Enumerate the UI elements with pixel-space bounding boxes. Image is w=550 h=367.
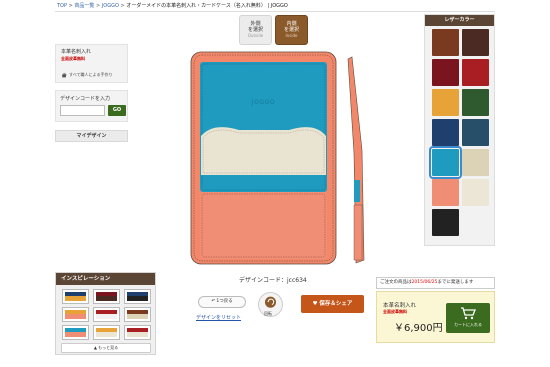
- inspiration-thumbnail[interactable]: [93, 325, 120, 340]
- save-share-button[interactable]: ♥ 保存＆シェア: [301, 295, 364, 313]
- leather-swatch[interactable]: [429, 146, 462, 179]
- order-price: ￥6,900円: [394, 323, 443, 334]
- leather-swatch[interactable]: [462, 29, 489, 56]
- thumbnail-bottom-color: [127, 314, 148, 319]
- thumbnail-bottom-color: [96, 314, 117, 319]
- leather-swatch[interactable]: [432, 119, 459, 146]
- leather-color-panel: レザーカラー: [424, 14, 495, 246]
- thumbnail-bottom-color: [65, 332, 86, 337]
- inner-panel: [201, 127, 326, 175]
- leather-swatch[interactable]: [432, 29, 459, 56]
- thumbnail-bottom-color: [96, 296, 117, 301]
- cart-icon: [461, 307, 476, 320]
- inspiration-thumbnail[interactable]: [62, 325, 89, 340]
- order-product-note: 全面皮革無料: [383, 309, 407, 314]
- thumbnail-bottom-color: [65, 314, 86, 319]
- inspiration-thumbnail[interactable]: [124, 289, 151, 304]
- thumbnail-bottom-color: [127, 296, 148, 301]
- go-button[interactable]: GO: [108, 105, 126, 116]
- breadcrumb-products[interactable]: 商品一覧: [74, 3, 94, 9]
- leather-swatch[interactable]: [432, 179, 459, 206]
- order-product-name: 本革名刺入れ: [383, 303, 417, 309]
- product-note: 全面皮革無料: [61, 56, 85, 61]
- lower-pocket: [200, 192, 327, 259]
- inside-toggle-button[interactable]: 内側 を選択 Inside: [275, 15, 308, 45]
- more-button[interactable]: ▲ もっと見る: [61, 343, 151, 353]
- inspiration-thumbnail[interactable]: [124, 325, 151, 340]
- leather-swatch[interactable]: [432, 89, 459, 116]
- thumbnail-bottom-color: [96, 332, 117, 337]
- hand-icon: [62, 72, 67, 78]
- leather-swatch[interactable]: [432, 209, 459, 236]
- add-to-cart-button[interactable]: カートに入れる: [446, 303, 490, 333]
- header-divider: [55, 11, 495, 12]
- undo-button[interactable]: ↶ 1つ戻る: [198, 296, 246, 308]
- design-code-display: デザインコード：jcc634: [239, 277, 307, 284]
- inspiration-panel: インスピレーション ▲ もっと見る: [55, 272, 156, 355]
- leather-swatch[interactable]: [462, 59, 489, 86]
- thumbnail-bottom-color: [127, 332, 148, 337]
- leather-swatch[interactable]: [432, 59, 459, 86]
- leather-swatch[interactable]: [462, 149, 489, 176]
- leather-swatch[interactable]: [462, 89, 489, 116]
- inspiration-thumbnail[interactable]: [93, 307, 120, 322]
- breadcrumb-current: オーダーメイドの本革名刺入れ・カードケース（名入れ無料） | JOGGO: [126, 3, 288, 9]
- my-design-button[interactable]: マイデザイン: [55, 130, 128, 142]
- side-pocket-top: [354, 180, 360, 202]
- brand-emboss: JOGGO: [251, 99, 276, 106]
- design-code-box: デザインコードを入力 GO: [55, 90, 128, 122]
- breadcrumb-joggo[interactable]: JOGGO: [102, 3, 119, 9]
- shipping-suffix: までに発送します: [437, 280, 474, 285]
- leather-swatch[interactable]: [462, 119, 489, 146]
- card-case-preview[interactable]: JOGGO: [189, 50, 338, 266]
- rotate-icon-bg: [264, 296, 277, 308]
- inspiration-title: インスピレーション: [56, 273, 155, 285]
- product-info-box: 本革名刺入れ 全面皮革無料 すべて職人による手作り: [55, 44, 128, 83]
- side-pocket-bottom: [353, 204, 363, 261]
- rotate-label: 回転: [264, 311, 272, 316]
- design-code-label: デザインコードを入力: [60, 96, 111, 102]
- shipping-note: ご注文の商品は2015/06/25までに発送します: [376, 277, 495, 289]
- reset-design-link[interactable]: デザインをリセット: [196, 314, 241, 321]
- card-case-side-view: [347, 56, 365, 264]
- inspiration-thumbnail[interactable]: [62, 307, 89, 322]
- inspiration-thumbnail[interactable]: [93, 289, 120, 304]
- leather-swatch[interactable]: [462, 179, 489, 206]
- handwork-note: すべて職人による手作り: [61, 72, 112, 78]
- shipping-prefix: ご注文の商品は: [380, 280, 412, 285]
- leather-color-title: レザーカラー: [425, 15, 494, 26]
- undo-label: 1つ戻る: [216, 299, 233, 304]
- product-name: 本革名刺入れ: [61, 49, 92, 55]
- outside-sub: Outside: [247, 33, 264, 38]
- inspiration-thumbnail[interactable]: [62, 289, 89, 304]
- add-to-cart-label: カートに入れる: [454, 322, 482, 327]
- save-share-label: 保存＆シェア: [319, 301, 353, 307]
- order-box: 本革名刺入れ 全面皮革無料 ￥6,900円 カートに入れる: [376, 291, 495, 343]
- more-label: もっと見る: [98, 345, 119, 350]
- design-code-input[interactable]: [60, 105, 105, 116]
- breadcrumb: TOP > 商品一覧 > JOGGO > オーダーメイドの本革名刺入れ・カードケ…: [57, 3, 288, 9]
- shipping-date: 2015/06/25: [411, 280, 438, 285]
- handwork-text: すべて職人による手作り: [69, 72, 113, 77]
- outside-toggle-button[interactable]: 外側 を選択 Outside: [239, 15, 272, 45]
- thumbnail-bottom-color: [65, 296, 86, 301]
- inspiration-thumbnail[interactable]: [124, 307, 151, 322]
- inside-sub: Inside: [285, 33, 298, 38]
- breadcrumb-top[interactable]: TOP: [57, 3, 67, 9]
